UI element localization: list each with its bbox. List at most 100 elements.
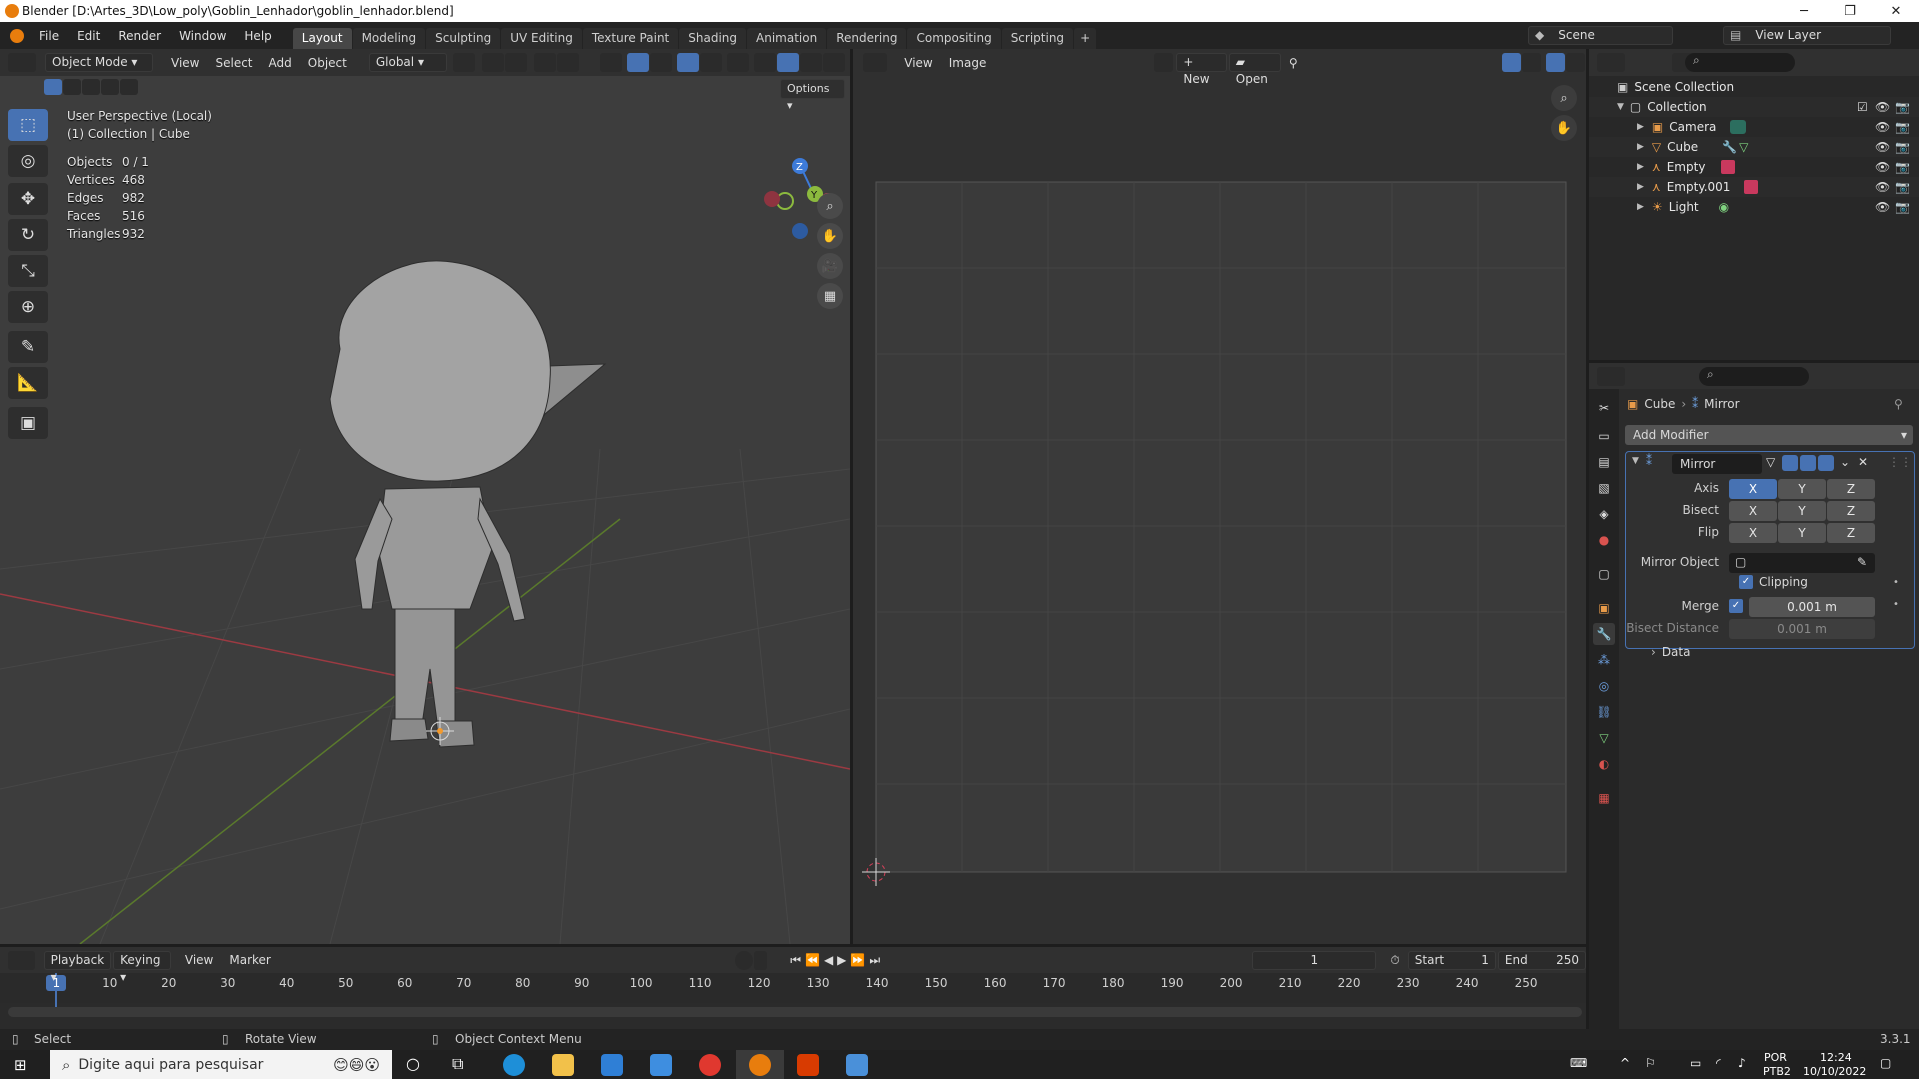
flip-z-toggle[interactable]: Z <box>1827 523 1875 543</box>
gizmo-toggle-icon[interactable] <box>626 53 649 72</box>
outliner[interactable]: ⌕ ▣ Scene Collection ▼ ▢ Collection ☑ 👁 … <box>1589 49 1919 360</box>
render-camera-icon[interactable]: 📷 <box>1895 140 1910 154</box>
visibility-eye-icon[interactable]: 👁 <box>1875 140 1890 154</box>
tab-shading[interactable]: Shading <box>679 28 746 49</box>
image-zoom-icon[interactable]: ⌕ <box>1551 85 1577 111</box>
render-tab-icon[interactable]: ▭ <box>1593 425 1615 447</box>
tool-tab-icon[interactable]: ✂ <box>1593 397 1615 419</box>
orientation-selector[interactable]: Global ▾ <box>368 53 447 72</box>
outliner-item-cube[interactable]: ▶ ▽ Cube 🔧 ▽ 👁 📷 <box>1589 137 1919 157</box>
image-overlay-icon[interactable] <box>1545 53 1565 72</box>
keying-menu[interactable]: Keying ▾ <box>113 950 171 984</box>
select-extend-icon[interactable] <box>63 79 81 95</box>
notifications-icon[interactable]: ▢ <box>1880 1056 1891 1070</box>
menu-help[interactable]: Help <box>235 29 280 43</box>
move-tool[interactable]: ✥ <box>8 183 48 215</box>
pan-hand-icon[interactable]: ✋ <box>817 223 843 249</box>
add-cube-tool[interactable]: ▣ <box>8 407 48 439</box>
eyedropper-icon[interactable]: ✎ <box>1857 555 1867 569</box>
mail-icon[interactable] <box>650 1054 672 1076</box>
modifier-menu-icon[interactable]: ⌄ <box>1840 455 1850 469</box>
record-menu-icon[interactable] <box>753 950 768 970</box>
visibility-eye-icon[interactable]: 👁 <box>1875 120 1890 134</box>
add-modifier-dropdown[interactable]: Add Modifier ▾ <box>1625 425 1913 445</box>
close-window-button[interactable]: ✕ <box>1873 0 1919 22</box>
viewport-menu-add[interactable]: Add <box>261 56 300 70</box>
expand-arrow-icon[interactable]: ▶ <box>1637 122 1644 132</box>
select-new-icon[interactable] <box>44 79 62 95</box>
image-editor-type-icon[interactable] <box>863 53 888 72</box>
flip-x-toggle[interactable]: X <box>1729 523 1777 543</box>
modifier-name-input[interactable]: Mirror <box>1672 454 1762 474</box>
material-shading-icon[interactable] <box>799 53 822 72</box>
tab-sculpting[interactable]: Sculpting <box>426 28 501 49</box>
expand-arrow-icon[interactable]: ▶ <box>1637 142 1644 152</box>
render-camera-icon[interactable]: 📷 <box>1895 180 1910 194</box>
snap-target-icon[interactable] <box>504 53 527 72</box>
tab-modeling[interactable]: Modeling <box>352 28 426 49</box>
transform-tool[interactable]: ⊕ <box>8 291 48 323</box>
view-layer-selector[interactable]: ▤ View Layer <box>1723 26 1891 45</box>
playback-controls[interactable]: ⏮⏪◀▶⏩⏭ <box>782 953 892 968</box>
render-camera-icon[interactable]: 📷 <box>1895 120 1910 134</box>
xray-toggle-icon[interactable] <box>726 53 749 72</box>
collection-tab-icon[interactable]: ▢ <box>1593 563 1615 585</box>
open-image-button[interactable]: ▰ Open <box>1228 53 1281 86</box>
image-gizmo-icon[interactable] <box>1501 53 1521 72</box>
keyboard-tray-icon[interactable]: ⌨ <box>1570 1056 1587 1070</box>
object-tab-icon[interactable]: ▣ <box>1593 597 1615 619</box>
collapse-arrow-icon[interactable]: ▼ <box>1632 456 1639 466</box>
pin-icon[interactable]: ⚲ <box>1894 397 1903 411</box>
image-pan-icon[interactable]: ✋ <box>1551 115 1577 141</box>
menu-file[interactable]: File <box>30 29 68 43</box>
battery-icon[interactable]: ▭ <box>1690 1056 1701 1070</box>
tab-animation[interactable]: Animation <box>747 28 827 49</box>
clock-date[interactable]: 10/10/2022 <box>1803 1065 1866 1078</box>
visibility-eye-icon[interactable]: 👁 <box>1875 180 1890 194</box>
select-invert-icon[interactable] <box>101 79 119 95</box>
cortana-icon[interactable]: ○ <box>406 1054 420 1073</box>
calculator-icon[interactable] <box>846 1054 868 1076</box>
properties-type-icon[interactable] <box>1597 367 1625 386</box>
collection-checkbox-icon[interactable]: ☑ <box>1857 100 1868 114</box>
menu-edit[interactable]: Edit <box>68 29 109 43</box>
cursor-tool[interactable]: ◎ <box>8 145 48 177</box>
maximize-button[interactable]: ❐ <box>1827 0 1873 22</box>
bisect-distance-input[interactable]: 0.001 m <box>1729 619 1875 639</box>
edge-icon[interactable] <box>503 1054 525 1076</box>
chrome-icon[interactable] <box>699 1054 721 1076</box>
world-tab-icon[interactable]: ● <box>1593 529 1615 551</box>
axis-z-toggle[interactable]: Z <box>1827 479 1875 499</box>
tab-rendering[interactable]: Rendering <box>827 28 907 49</box>
overlay-menu-icon[interactable] <box>699 53 722 72</box>
image-gizmo-menu-icon[interactable] <box>1521 53 1541 72</box>
keyframe-dot-icon[interactable]: • <box>1893 577 1899 588</box>
outliner-item-light[interactable]: ▶ ☀ Light ◉ 👁 📷 <box>1589 197 1919 217</box>
add-workspace-button[interactable]: + <box>1074 28 1097 49</box>
keyboard-layout[interactable]: PTB2 <box>1763 1065 1791 1078</box>
rendered-shading-icon[interactable] <box>822 53 845 72</box>
view-layer-tab-icon[interactable]: ▧ <box>1593 477 1615 499</box>
tab-uv-editing[interactable]: UV Editing <box>501 28 582 49</box>
stopwatch-icon[interactable]: ⏱ <box>1382 953 1407 968</box>
outliner-search-input[interactable]: ⌕ <box>1685 53 1795 72</box>
viewport-menu-view[interactable]: View <box>163 56 207 70</box>
blender-taskbar-icon[interactable] <box>749 1054 771 1076</box>
solid-shading-icon[interactable] <box>776 53 799 72</box>
gizmo-menu-icon[interactable] <box>649 53 672 72</box>
timeline-menu-marker[interactable]: Marker <box>221 953 278 967</box>
3d-viewport[interactable]: Z Y X ⬚ ◎ ✥ ↻ ⤡ ⊕ ✎ 📐 ▣ User Perspective… <box>0 49 850 944</box>
image-browse-icon[interactable] <box>1154 53 1174 72</box>
taskbar-search-input[interactable]: ⌕ Digite aqui para pesquisar 😊😄😮 <box>50 1050 392 1079</box>
edit-mode-toggle-icon[interactable]: ▽ <box>1766 455 1775 469</box>
constraints-tab-icon[interactable]: ⛓ <box>1593 701 1615 723</box>
clipping-checkbox-row[interactable]: ✓ Clipping <box>1739 575 1808 589</box>
expand-arrow-icon[interactable]: ▼ <box>1617 102 1624 112</box>
pin-icon[interactable]: ⚲ <box>1281 56 1306 70</box>
falloff-icon[interactable] <box>556 53 579 72</box>
network-icon[interactable]: ◜ <box>1716 1056 1721 1070</box>
snap-magnet-icon[interactable] <box>481 53 504 72</box>
realtime-toggle-icon[interactable] <box>1782 455 1798 471</box>
flip-y-toggle[interactable]: Y <box>1778 523 1826 543</box>
grid-ortho-icon[interactable]: ▦ <box>817 283 843 309</box>
